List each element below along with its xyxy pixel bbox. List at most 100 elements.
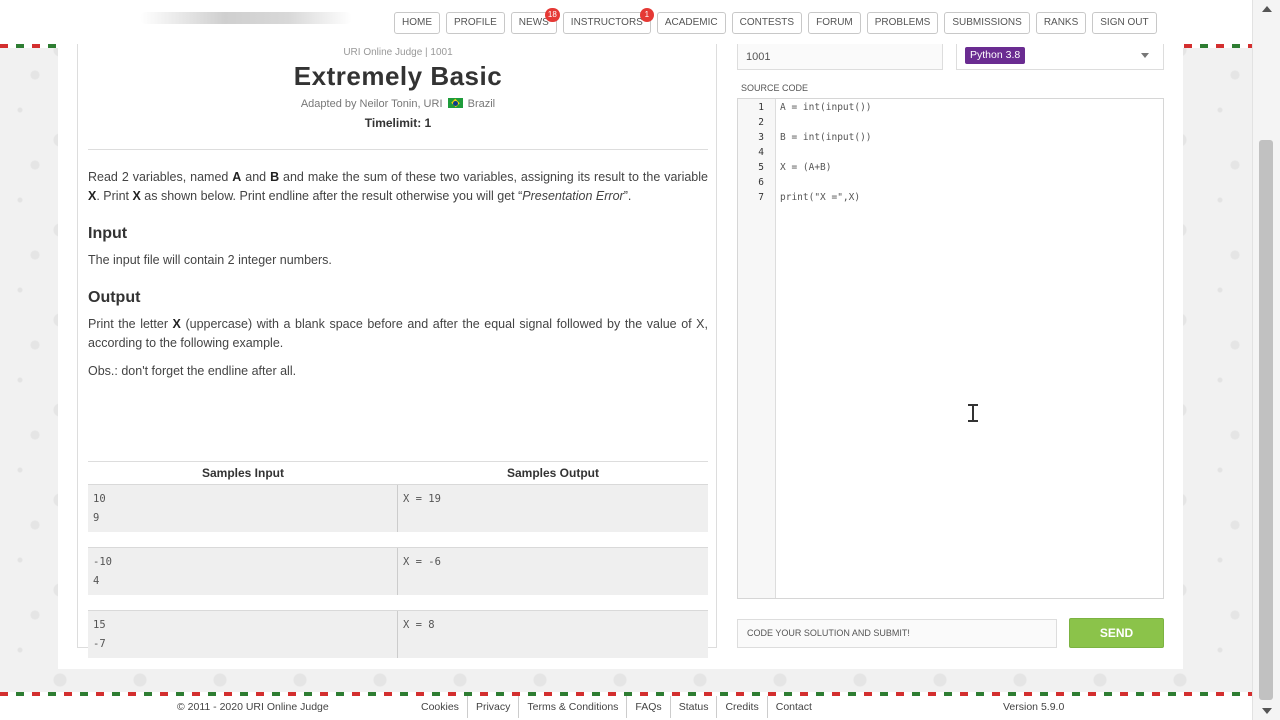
obs-text: Obs.: don't forget the endline after all… <box>88 364 297 378</box>
code-line[interactable]: X = (A+B) <box>780 160 872 175</box>
line-number-gutter: 1 2 3 4 5 6 7 <box>738 99 776 598</box>
code-line[interactable]: print("X =",X) <box>780 190 872 205</box>
output-var-x: X <box>172 317 181 331</box>
output-heading: Output <box>88 289 141 306</box>
sample-output: X = 8 <box>403 619 435 631</box>
code-content[interactable]: A = int(input()) B = int(input()) X = (A… <box>780 100 872 205</box>
nav-label: CONTESTS <box>739 17 795 28</box>
code-line[interactable] <box>780 145 872 160</box>
instructors-count-badge: 1 <box>639 8 654 22</box>
problem-description: Read 2 variables, named A and B and make… <box>88 168 708 206</box>
footer-link-cookies[interactable]: Cookies <box>421 696 467 718</box>
divider <box>88 149 708 150</box>
page-scrollbar[interactable] <box>1252 0 1280 720</box>
line-number: 2 <box>758 117 764 128</box>
line-number: 3 <box>758 132 764 143</box>
top-navigation-bar: HOME PROFILE NEWS 18 INSTRUCTORS 1 ACADEMI… <box>0 0 1252 44</box>
site-logo[interactable] <box>140 12 352 24</box>
chevron-down-icon <box>1141 53 1149 58</box>
nav-profile[interactable]: PROFILE <box>446 12 505 34</box>
adapted-prefix: Adapted by Neilor Tonin, URI <box>300 98 443 110</box>
source-code-label: SOURCE CODE <box>741 83 809 93</box>
output-text-part: Print the letter <box>88 317 173 331</box>
nav-home[interactable]: HOME <box>394 12 440 34</box>
problem-header: URI Online Judge | 1001 Extremely Basic … <box>88 44 708 130</box>
code-line[interactable]: A = int(input()) <box>780 100 872 115</box>
nav-ranks[interactable]: RANKS <box>1035 12 1087 34</box>
scroll-up-arrow-icon[interactable] <box>1262 6 1272 12</box>
adapted-by: Adapted by Neilor Tonin, URI Brazil <box>88 98 708 110</box>
nav-label: HOME <box>402 17 432 28</box>
nav-label: PROBLEMS <box>874 17 931 28</box>
nav-academic[interactable]: ACADEMIC <box>656 12 726 34</box>
code-line[interactable] <box>780 115 872 130</box>
scroll-thumb[interactable] <box>1259 140 1273 700</box>
sample-row: 15 -7 X = 8 <box>88 610 708 658</box>
sample-input: -10 4 <box>88 548 398 595</box>
nav-label: FORUM <box>816 17 853 28</box>
nav-label: SIGN OUT <box>1100 17 1149 28</box>
footer: © 2011 - 2020 URI Online Judge Cookies P… <box>0 696 1252 720</box>
footer-link-faqs[interactable]: FAQs <box>626 696 669 718</box>
desc-text: and <box>241 170 271 184</box>
line-number: 4 <box>758 147 764 158</box>
desc-text: Read 2 variables, named <box>88 170 233 184</box>
nav-label: INSTRUCTORS <box>570 17 643 28</box>
sample-row: -10 4 X = -6 <box>88 547 708 595</box>
samples-header: Samples Input Samples Output <box>88 461 708 484</box>
desc-var-a: A <box>232 170 242 184</box>
line-number: 1 <box>758 102 764 113</box>
brazil-flag-icon <box>447 98 463 108</box>
code-editor[interactable]: 1 2 3 4 5 6 7 A = int(input()) B = int(i… <box>737 98 1164 599</box>
output-text-part: (uppercase) with a blank space before an… <box>88 317 708 350</box>
desc-emphasis: Presentation Error <box>522 189 624 203</box>
sample-output: X = -6 <box>403 556 441 568</box>
nav-forum[interactable]: FORUM <box>808 12 861 34</box>
news-count-badge: 18 <box>544 8 560 22</box>
desc-var-b: B <box>270 170 280 184</box>
language-select[interactable]: Python 3.8 <box>956 44 1164 70</box>
footer-link-terms[interactable]: Terms & Conditions <box>518 696 626 718</box>
adapted-country: Brazil <box>467 98 496 110</box>
problem-body: Read 2 variables, named A and B and make… <box>88 168 708 381</box>
nav-label: ACADEMIC <box>664 17 718 28</box>
nav-contests[interactable]: CONTESTS <box>731 12 803 34</box>
nav-label: RANKS <box>1043 17 1079 28</box>
footer-link-contact[interactable]: Contact <box>766 696 820 718</box>
selected-language: Python 3.8 <box>965 47 1026 64</box>
problem-id-field[interactable]: 1001 <box>737 44 943 70</box>
sample-input: 10 9 <box>88 485 398 532</box>
code-line[interactable]: B = int(input()) <box>780 130 872 145</box>
nav-label: SUBMISSIONS <box>952 17 1022 28</box>
send-button[interactable]: SEND <box>1069 618 1164 648</box>
sample-row: 10 9 X = 19 <box>88 484 708 532</box>
desc-text: . Print <box>96 189 133 203</box>
line-number: 5 <box>758 162 764 173</box>
sample-output: X = 19 <box>403 493 441 505</box>
version: Version 5.9.0 <box>1003 701 1065 713</box>
samples-table: Samples Input Samples Output 10 9 X = 19… <box>88 461 708 673</box>
desc-text: and make the sum of these two variables,… <box>279 170 708 184</box>
nav-submissions[interactable]: SUBMISSIONS <box>944 12 1030 34</box>
desc-text: ”. <box>623 189 632 203</box>
nav-label: NEWS <box>518 17 549 28</box>
timelimit: Timelimit: 1 <box>364 116 432 130</box>
desc-var-x: X <box>132 189 141 203</box>
sample-input: 15 -7 <box>88 611 398 658</box>
nav-news[interactable]: NEWS 18 <box>510 8 560 34</box>
scroll-down-arrow-icon[interactable] <box>1262 708 1272 714</box>
footer-link-status[interactable]: Status <box>669 696 717 718</box>
nav-sign-out[interactable]: SIGN OUT <box>1092 12 1157 34</box>
nav-instructors[interactable]: INSTRUCTORS 1 <box>562 8 654 34</box>
code-line[interactable] <box>780 175 872 190</box>
nav-problems[interactable]: PROBLEMS <box>866 12 939 34</box>
main-nav: HOME PROFILE NEWS 18 INSTRUCTORS 1 ACADEMI… <box>394 8 1157 34</box>
text-cursor-icon <box>968 404 978 422</box>
copyright: © 2011 - 2020 URI Online Judge <box>177 701 329 713</box>
footer-link-privacy[interactable]: Privacy <box>466 696 518 718</box>
footer-link-credits[interactable]: Credits <box>716 696 766 718</box>
nav-label: PROFILE <box>454 17 497 28</box>
problem-panel: URI Online Judge | 1001 Extremely Basic … <box>77 44 717 658</box>
submit-hint-field: CODE YOUR SOLUTION AND SUBMIT! <box>737 619 1057 648</box>
line-number: 6 <box>758 177 764 188</box>
